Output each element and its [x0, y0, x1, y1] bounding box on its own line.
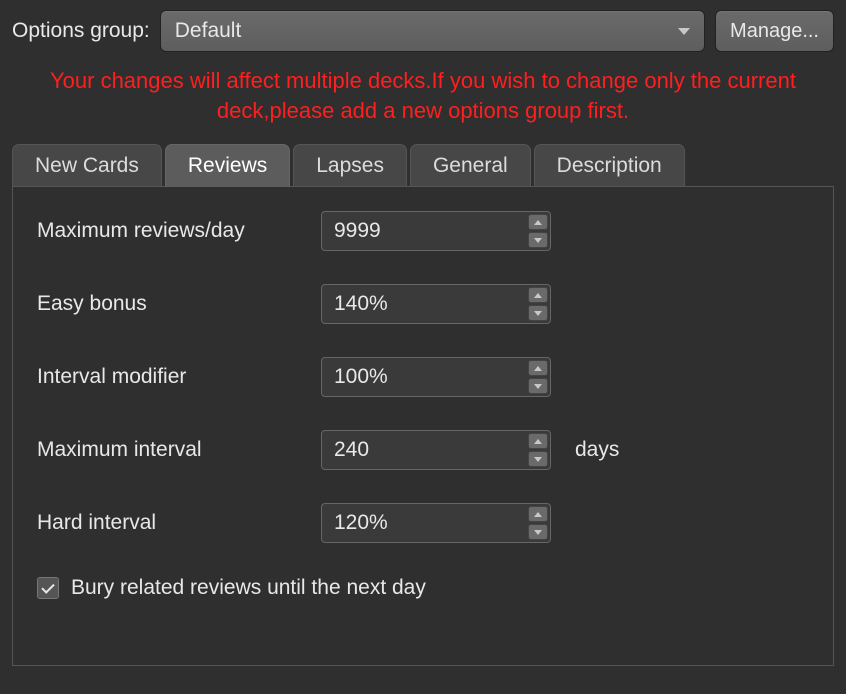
max-interval-input[interactable] [321, 430, 551, 470]
max-interval-spinner[interactable] [321, 430, 551, 470]
interval-modifier-step-down[interactable] [528, 378, 548, 394]
easy-bonus-spinner[interactable] [321, 284, 551, 324]
arrow-down-icon [534, 530, 542, 535]
easy-bonus-step-up[interactable] [528, 287, 548, 303]
tab-lapses[interactable]: Lapses [293, 144, 407, 187]
warning-text: Your changes will affect multiple decks.… [0, 60, 846, 143]
max-reviews-spinner[interactable] [321, 211, 551, 251]
hard-interval-step-up[interactable] [528, 506, 548, 522]
tab-general[interactable]: General [410, 144, 531, 187]
arrow-up-icon [534, 439, 542, 444]
check-icon [41, 580, 54, 593]
hard-interval-label: Hard interval [37, 511, 321, 535]
manage-button[interactable]: Manage... [715, 10, 834, 52]
max-interval-step-up[interactable] [528, 433, 548, 449]
arrow-down-icon [534, 238, 542, 243]
options-group-selected: Default [175, 19, 242, 43]
tab-reviews[interactable]: Reviews [165, 144, 290, 187]
interval-modifier-input[interactable] [321, 357, 551, 397]
easy-bonus-label: Easy bonus [37, 292, 321, 316]
arrow-down-icon [534, 457, 542, 462]
arrow-up-icon [534, 512, 542, 517]
max-reviews-label: Maximum reviews/day [37, 219, 321, 243]
max-reviews-step-up[interactable] [528, 214, 548, 230]
chevron-down-icon [678, 28, 690, 35]
hard-interval-step-down[interactable] [528, 524, 548, 540]
max-interval-label: Maximum interval [37, 438, 321, 462]
arrow-down-icon [534, 384, 542, 389]
hard-interval-spinner[interactable] [321, 503, 551, 543]
interval-modifier-label: Interval modifier [37, 365, 321, 389]
tab-new-cards[interactable]: New Cards [12, 144, 162, 187]
max-interval-suffix: days [575, 438, 619, 462]
easy-bonus-input[interactable] [321, 284, 551, 324]
arrow-up-icon [534, 293, 542, 298]
arrow-up-icon [534, 366, 542, 371]
tab-description[interactable]: Description [534, 144, 685, 187]
options-group-select[interactable]: Default [160, 10, 705, 52]
arrow-up-icon [534, 220, 542, 225]
max-reviews-step-down[interactable] [528, 232, 548, 248]
hard-interval-input[interactable] [321, 503, 551, 543]
interval-modifier-spinner[interactable] [321, 357, 551, 397]
easy-bonus-step-down[interactable] [528, 305, 548, 321]
arrow-down-icon [534, 311, 542, 316]
max-reviews-input[interactable] [321, 211, 551, 251]
max-interval-step-down[interactable] [528, 451, 548, 467]
tab-body-reviews: Maximum reviews/day Easy bonus Interval [12, 186, 834, 666]
options-group-label: Options group: [12, 19, 150, 43]
bury-label: Bury related reviews until the next day [71, 576, 426, 600]
tab-strip: New Cards Reviews Lapses General Descrip… [12, 143, 834, 186]
interval-modifier-step-up[interactable] [528, 360, 548, 376]
bury-checkbox[interactable] [37, 577, 59, 599]
